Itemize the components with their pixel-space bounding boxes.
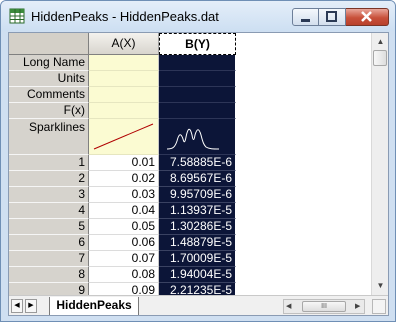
cell-a[interactable]: 0.05 [89, 219, 159, 235]
sheet-tab-hiddenpeaks[interactable]: HiddenPeaks [49, 297, 139, 315]
column-header-b[interactable]: B(Y) [159, 33, 236, 55]
scroll-right-icon[interactable]: ▶ [355, 300, 360, 313]
scroll-down-icon[interactable]: ▼ [374, 279, 387, 292]
row-label-units[interactable]: Units [9, 71, 89, 87]
row-header[interactable]: 8 [9, 267, 89, 283]
worksheet-grid-icon [9, 8, 25, 24]
fx-cell-b[interactable] [159, 103, 236, 119]
row-header[interactable]: 2 [9, 171, 89, 187]
window-title: HiddenPeaks - HiddenPeaks.dat [31, 9, 219, 24]
cell-a[interactable]: 0.07 [89, 251, 159, 267]
cell-a[interactable]: 0.06 [89, 235, 159, 251]
maximize-icon [326, 11, 337, 22]
cell-b[interactable]: 1.94004E-5 [159, 267, 236, 283]
cell-a[interactable]: 0.08 [89, 267, 159, 283]
sparkline-cell-b[interactable] [159, 119, 236, 155]
fx-cell-a[interactable] [89, 103, 159, 119]
cell-b[interactable]: 1.30286E-5 [159, 219, 236, 235]
units-cell-a[interactable] [89, 71, 159, 87]
cell-b[interactable]: 1.48879E-5 [159, 235, 236, 251]
cell-b[interactable]: 9.95709E-6 [159, 187, 236, 203]
row-label-sparklines[interactable]: Sparklines [9, 119, 89, 155]
cell-b[interactable]: 8.69567E-6 [159, 171, 236, 187]
long-name-cell-b[interactable] [159, 55, 236, 71]
sheet-tab-bar: ◀ ▶ HiddenPeaks ◀ III ▶ [9, 295, 388, 315]
cell-a[interactable]: 0.02 [89, 171, 159, 187]
cell-a[interactable]: 0.01 [89, 155, 159, 171]
row-header[interactable]: 7 [9, 251, 89, 267]
minimize-button[interactable] [292, 8, 319, 26]
cell-a[interactable]: 0.03 [89, 187, 159, 203]
cell-b[interactable]: 1.13937E-5 [159, 203, 236, 219]
resize-grip-icon[interactable] [372, 299, 386, 314]
row-header[interactable]: 3 [9, 187, 89, 203]
cell-a[interactable]: 0.04 [89, 203, 159, 219]
row-header[interactable]: 5 [9, 219, 89, 235]
sparkline-a [93, 123, 154, 150]
row-header[interactable]: 1 [9, 155, 89, 171]
units-cell-b[interactable] [159, 71, 236, 87]
row-label-long-name[interactable]: Long Name [9, 55, 89, 71]
row-label-fx[interactable]: F(x) [9, 103, 89, 119]
column-header-a[interactable]: A(X) [89, 33, 159, 55]
worksheet-window: HiddenPeaks - HiddenPeaks.dat A(X) B(Y) … [0, 0, 396, 322]
close-icon [361, 11, 372, 22]
title-bar[interactable]: HiddenPeaks - HiddenPeaks.dat [1, 1, 395, 31]
cell-b[interactable]: 7.58885E-6 [159, 155, 236, 171]
scroll-up-icon[interactable]: ▲ [374, 35, 387, 48]
triangle-right-icon: ▶ [28, 302, 34, 309]
row-header[interactable]: 4 [9, 203, 89, 219]
horizontal-scroll-thumb[interactable]: III [302, 301, 346, 312]
triangle-left-icon: ◀ [14, 302, 20, 309]
cell-b[interactable]: 1.70009E-5 [159, 251, 236, 267]
minimize-icon [301, 19, 310, 22]
sparkline-cell-a[interactable] [89, 119, 159, 155]
horizontal-scrollbar[interactable]: ◀ III ▶ [283, 299, 365, 314]
vertical-scroll-thumb[interactable] [373, 50, 387, 66]
vertical-scrollbar[interactable]: ▲ ▼ [371, 33, 388, 295]
row-header[interactable]: 6 [9, 235, 89, 251]
comments-cell-b[interactable] [159, 87, 236, 103]
scroll-left-icon[interactable]: ◀ [286, 300, 291, 313]
sheet-prev-button[interactable]: ◀ [11, 299, 23, 313]
sheet-next-button[interactable]: ▶ [25, 299, 37, 313]
close-button[interactable] [346, 8, 389, 26]
worksheet-client-area: A(X) B(Y) Long Name Units Comments F(x) … [8, 32, 389, 316]
select-all-corner[interactable] [9, 33, 89, 55]
row-label-comments[interactable]: Comments [9, 87, 89, 103]
comments-cell-a[interactable] [89, 87, 159, 103]
long-name-cell-a[interactable] [89, 55, 159, 71]
maximize-button[interactable] [319, 8, 346, 26]
sparkline-b [166, 128, 220, 150]
